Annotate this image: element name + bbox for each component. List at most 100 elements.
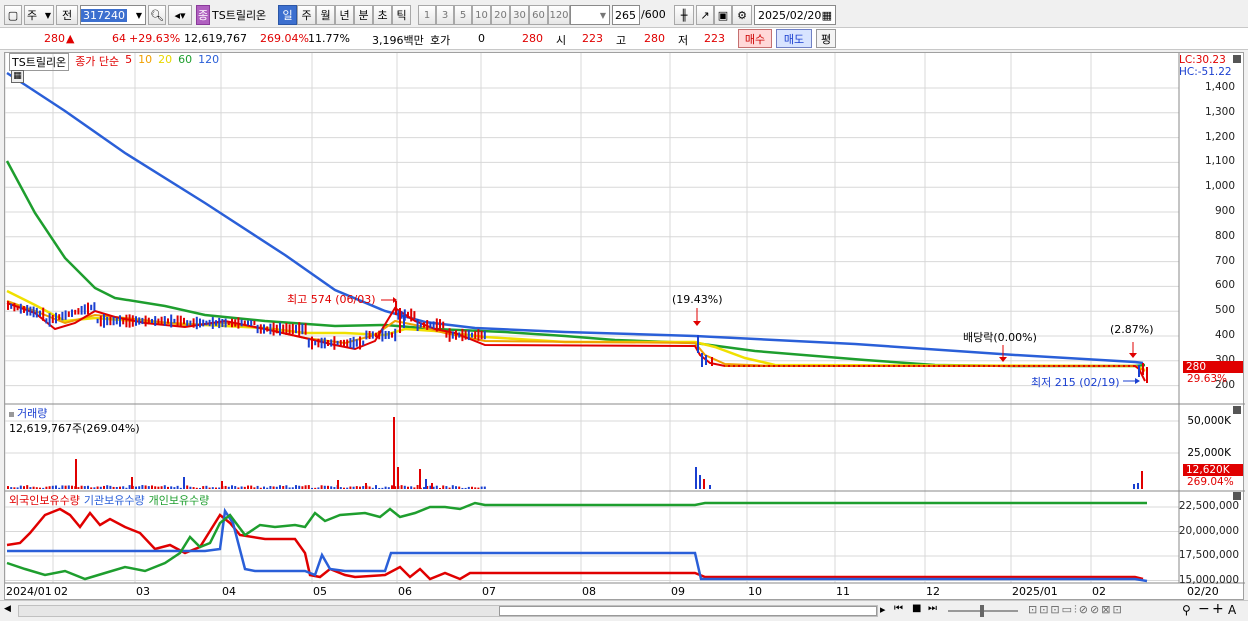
- interval-button[interactable]: 3: [436, 5, 454, 25]
- volume-bar: [295, 485, 297, 489]
- timeframe-button[interactable]: 초: [373, 5, 392, 25]
- candle: [179, 315, 182, 327]
- candle: [399, 308, 401, 333]
- period-select[interactable]: 주 ▼: [24, 5, 54, 25]
- candle: [250, 320, 253, 326]
- first-page-icon[interactable]: ⏮: [894, 603, 903, 614]
- price-tick-label: 1,100: [1204, 155, 1235, 168]
- plus-icon[interactable]: +: [1212, 601, 1224, 617]
- volume-bar: [709, 485, 711, 489]
- timeframe-button[interactable]: 년: [335, 5, 354, 25]
- tool-icons[interactable]: ⊡⊡⊡▭⫶⊘⊘⊠⊡: [1028, 603, 1124, 617]
- prev-button[interactable]: 전: [56, 5, 78, 25]
- volume-bar: [1137, 483, 1139, 489]
- speaker-icon[interactable]: ◂▾: [168, 5, 192, 25]
- timeframe-button[interactable]: 일: [278, 5, 297, 25]
- zoom-slider[interactable]: [948, 605, 1018, 617]
- volume-title: 거래량: [9, 405, 47, 421]
- interval-button[interactable]: 120: [548, 5, 570, 25]
- pane-close-icon[interactable]: [1233, 55, 1241, 63]
- eval-button[interactable]: 평: [816, 29, 836, 48]
- candle-type-icon[interactable]: ╫: [674, 5, 694, 25]
- high-price: 280: [644, 32, 665, 45]
- count-input[interactable]: 265: [612, 5, 640, 25]
- search-icon[interactable]: 🔍︎: [148, 5, 166, 25]
- table-icon[interactable]: ▦: [11, 70, 24, 83]
- volume-bar: [455, 486, 457, 489]
- candle: [141, 317, 144, 325]
- font-size-icon[interactable]: A: [1228, 603, 1236, 617]
- legend-institution: 기관보유수량: [83, 494, 145, 507]
- volume-bar: [19, 485, 22, 489]
- line-tool-icon[interactable]: ↗: [696, 5, 714, 25]
- timeframe-button[interactable]: 틱: [392, 5, 411, 25]
- volume-bar: [410, 486, 413, 489]
- count-total: /600: [641, 8, 666, 21]
- stop-icon[interactable]: ■: [912, 603, 921, 614]
- timeframe-button[interactable]: 월: [316, 5, 335, 25]
- volume-bar: [337, 480, 339, 489]
- interval-button[interactable]: 1: [418, 5, 436, 25]
- interval-button[interactable]: 5: [454, 5, 472, 25]
- lc-hc-label: LC:30.23 HC:-51.22: [1179, 54, 1239, 78]
- volume-bar: [266, 487, 269, 489]
- candle: [48, 313, 51, 327]
- interval-button[interactable]: 30: [510, 5, 529, 25]
- annotation-arrow: [693, 321, 701, 326]
- zoom-in-icon[interactable]: ⚲: [1182, 603, 1191, 617]
- candle: [378, 330, 381, 340]
- zoom-slider-handle[interactable]: [980, 605, 984, 617]
- candle: [320, 337, 323, 349]
- candle: [208, 319, 211, 327]
- window-icon[interactable]: ▢: [4, 5, 22, 25]
- price-tick-label: 1,000: [1204, 180, 1235, 193]
- candle: [125, 314, 128, 328]
- timeframe-button[interactable]: 분: [354, 5, 373, 25]
- candle: [282, 324, 285, 334]
- chevron-down-icon[interactable]: ▼: [133, 11, 145, 20]
- calendar-icon[interactable]: ▦: [822, 9, 832, 22]
- interval-button[interactable]: 20: [491, 5, 510, 25]
- stock-type-badge: 종: [196, 5, 210, 25]
- volume-bar: [391, 485, 393, 489]
- scroll-right-icon[interactable]: ▸: [880, 603, 886, 616]
- candle: [416, 318, 419, 332]
- chart-area[interactable]: TS트릴리온 종가 단순 5 10 20 60 120 ▦ 1,400 1,300 1,20…: [4, 52, 1245, 601]
- sell-button[interactable]: 매도: [776, 29, 812, 48]
- interval-button[interactable]: 60: [529, 5, 548, 25]
- scrollbar-track[interactable]: [18, 605, 878, 617]
- minus-icon[interactable]: −: [1198, 601, 1210, 617]
- volume-bar: [170, 486, 173, 489]
- date-input[interactable]: 2025/02/20 ▦: [754, 5, 836, 25]
- timeframe-button[interactable]: 주: [297, 5, 316, 25]
- candle: [336, 340, 339, 346]
- volume-bar: [205, 485, 208, 489]
- pane-close-icon[interactable]: [1233, 406, 1241, 414]
- candle: [7, 301, 9, 310]
- volume-bar: [67, 485, 70, 489]
- candle: [45, 318, 48, 324]
- low-price: 223: [704, 32, 725, 45]
- gear-icon[interactable]: ⚙: [732, 5, 752, 25]
- volume-bar: [42, 487, 45, 489]
- buy-button[interactable]: 매수: [738, 29, 772, 48]
- scrollbar-thumb[interactable]: [499, 606, 877, 616]
- holding-tick-label: 17,500,000: [1178, 549, 1239, 561]
- pane-close-icon[interactable]: [1233, 492, 1241, 500]
- chart-svg[interactable]: [5, 53, 1245, 601]
- volume-bar: [359, 486, 361, 489]
- save-icon[interactable]: ▣: [714, 5, 732, 25]
- volume-bar: [467, 486, 470, 489]
- x-tick-label: 05: [313, 585, 327, 598]
- hoga-label: 호가: [430, 34, 451, 47]
- scroll-left-icon[interactable]: ◀: [4, 604, 16, 618]
- volume-bar: [16, 487, 19, 489]
- volume-bar: [400, 485, 403, 489]
- candle: [387, 331, 390, 339]
- legend-ma-60: 60: [178, 53, 193, 66]
- stock-code-input[interactable]: 317240 ▼: [80, 5, 146, 25]
- last-page-icon[interactable]: ⏭: [928, 603, 937, 614]
- interval-select[interactable]: ▼: [570, 5, 610, 25]
- interval-button[interactable]: 10: [472, 5, 491, 25]
- low-annotation: 최저 215 (02/19): [1031, 376, 1120, 389]
